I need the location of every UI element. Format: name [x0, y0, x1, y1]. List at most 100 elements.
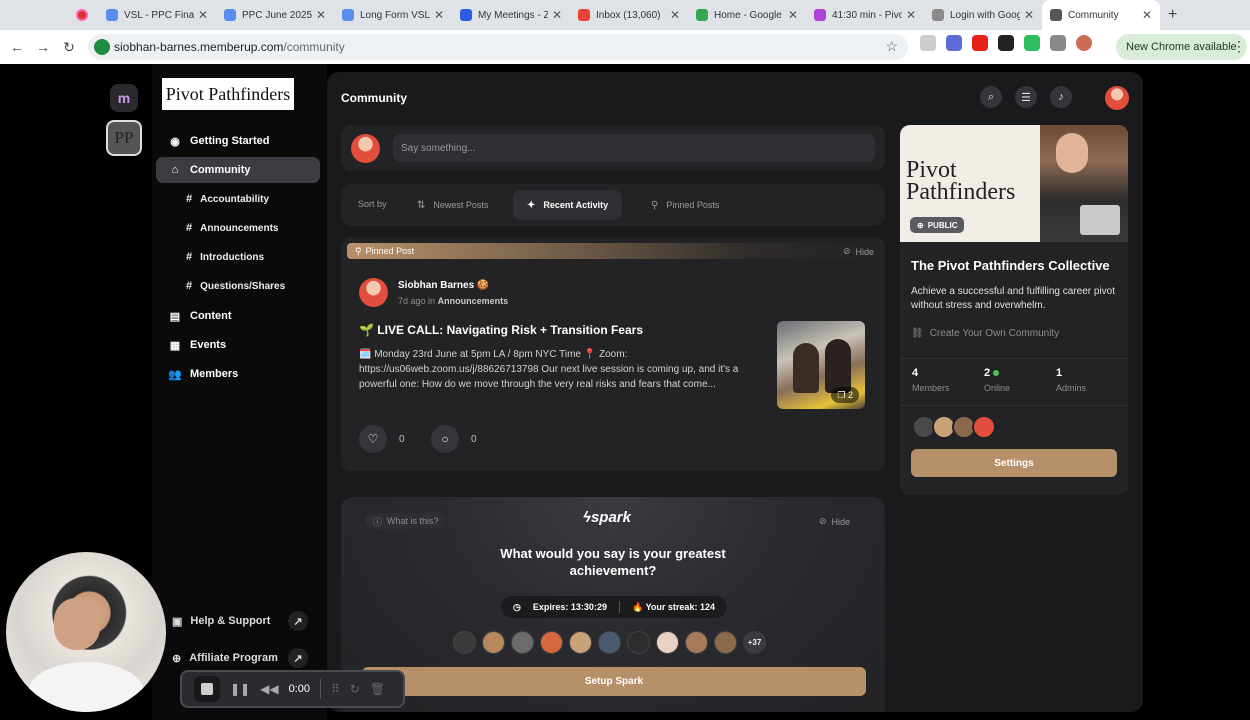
browser-tab[interactable]: Long Form VSL ✕: [334, 0, 452, 30]
channel-announcements[interactable]: # Announcements: [186, 218, 278, 238]
back-icon[interactable]: ←: [4, 39, 30, 55]
new-tab-icon[interactable]: +: [1168, 6, 1177, 24]
close-icon[interactable]: ✕: [552, 8, 562, 22]
avatar[interactable]: [598, 631, 621, 654]
more-menu-icon[interactable]: ⋮: [1232, 38, 1246, 55]
address-bar[interactable]: siobhan-barnes.memberup.com/community ☆: [88, 34, 908, 60]
pin-icon: ⚲: [651, 199, 659, 211]
extension-icon[interactable]: [946, 35, 962, 51]
extension-icon[interactable]: [920, 35, 936, 51]
pinned-post-card[interactable]: ⚲ Pinned Post ⊘ Hide Siobhan Barnes 🍪 7d a…: [341, 237, 885, 471]
user-avatar[interactable]: [1105, 86, 1129, 110]
browser-tab[interactable]: 41:30 min - Pivo ✕: [806, 0, 924, 30]
browser-tab[interactable]: Inbox (13,060) ✕: [570, 0, 688, 30]
create-community-link[interactable]: ⛓ Create Your Own Community: [911, 328, 1059, 339]
avatar[interactable]: [972, 415, 996, 439]
post-category-link[interactable]: Announcements: [438, 296, 509, 306]
restart-icon[interactable]: ↻: [350, 682, 360, 696]
hash-icon: #: [186, 251, 193, 263]
forward-icon[interactable]: →: [30, 39, 56, 55]
like-reaction[interactable]: ♡ 0: [359, 425, 405, 453]
browser-tab[interactable]: My Meetings - Z ✕: [452, 0, 570, 30]
avatar: [351, 134, 380, 163]
close-icon[interactable]: ✕: [434, 8, 444, 22]
sidebar-item-community[interactable]: ⌂ Community: [156, 157, 320, 183]
url-path: /community: [283, 40, 345, 54]
composer-input[interactable]: [393, 134, 875, 162]
pause-icon[interactable]: ❚❚: [230, 682, 250, 696]
sidebar-item-content[interactable]: ▤ Content: [156, 303, 320, 329]
clock-icon: ◷: [513, 601, 521, 612]
channel-questions-shares[interactable]: # Questions/Shares: [186, 276, 285, 296]
bookmark-star-icon[interactable]: ☆: [885, 38, 898, 55]
puzzle-icon[interactable]: [1050, 35, 1066, 51]
avatar[interactable]: [453, 631, 476, 654]
comment-icon[interactable]: ○: [431, 425, 459, 453]
sidebar-item-getting-started[interactable]: ◉ Getting Started: [156, 128, 320, 154]
memberup-logo-icon[interactable]: m: [110, 84, 138, 112]
bell-icon[interactable]: ♪: [1050, 86, 1072, 108]
new-chrome-available-button[interactable]: New Chrome available: [1116, 34, 1247, 60]
sort-recent-activity[interactable]: ✦ Recent Activity: [513, 190, 623, 220]
browser-tab[interactable]: Home - Google ✕: [688, 0, 806, 30]
browser-tab-active[interactable]: Community ✕: [1042, 0, 1160, 30]
grid-icon[interactable]: ⠿: [331, 682, 340, 696]
hide-pinned-button[interactable]: ⊘ Hide: [843, 246, 874, 257]
browser-tab[interactable]: VSL - PPC Final ✕: [98, 0, 216, 30]
avatar[interactable]: [540, 631, 563, 654]
avatar[interactable]: [685, 631, 708, 654]
profile-avatar-icon[interactable]: [1076, 35, 1092, 51]
trash-icon[interactable]: 🗑: [370, 682, 385, 696]
community-logo[interactable]: Pivot Pathfinders: [162, 78, 294, 110]
hash-icon: #: [186, 193, 193, 205]
close-icon[interactable]: ✕: [198, 8, 208, 22]
browser-tab[interactable]: Login with Goog ✕: [924, 0, 1042, 30]
avatar[interactable]: [482, 631, 505, 654]
close-icon[interactable]: ✕: [316, 8, 326, 22]
help-icon: ▣: [172, 615, 183, 628]
setup-spark-button[interactable]: Setup Spark: [362, 667, 866, 696]
post-author[interactable]: Siobhan Barnes 🍪: [398, 280, 489, 291]
post-image-thumbnail[interactable]: ❐ 2: [777, 321, 865, 409]
comment-reaction[interactable]: ○ 0: [431, 425, 477, 453]
browser-tab[interactable]: PPC June 2025 ✕: [216, 0, 334, 30]
channel-accountability[interactable]: # Accountability: [186, 189, 269, 209]
avatar[interactable]: [569, 631, 592, 654]
community-switcher-pp[interactable]: PP: [106, 120, 142, 156]
hash-icon: #: [186, 280, 193, 292]
help-support-link[interactable]: ▣ Help & Support ↗: [162, 607, 314, 635]
search-icon[interactable]: ⌕: [980, 86, 1002, 108]
sort-pinned-posts[interactable]: ⚲ Pinned Posts: [637, 190, 733, 220]
evernote-extension-icon[interactable]: [1024, 35, 1040, 51]
close-icon[interactable]: ✕: [1142, 8, 1152, 22]
sort-newest-posts[interactable]: ⇅ Newest Posts: [403, 190, 502, 220]
stop-recording-button[interactable]: [194, 676, 220, 702]
avatar[interactable]: [714, 631, 737, 654]
avatar[interactable]: [627, 631, 650, 654]
webcam-overlay[interactable]: [6, 552, 166, 712]
affiliate-program-link[interactable]: ⊕ Affiliate Program ↗: [162, 644, 314, 672]
author-avatar[interactable]: [359, 278, 388, 307]
avatar[interactable]: [511, 631, 534, 654]
post-body: 🗓️ Monday 23rd June at 5pm LA / 8pm NYC …: [359, 349, 739, 390]
close-icon[interactable]: ✕: [670, 8, 680, 22]
chat-icon[interactable]: ☰: [1015, 86, 1037, 108]
channel-introductions[interactable]: # Introductions: [186, 247, 264, 267]
close-icon[interactable]: ✕: [1024, 8, 1034, 22]
settings-button[interactable]: Settings: [911, 449, 1117, 477]
youtube-extension-icon[interactable]: [972, 35, 988, 51]
extension-icon[interactable]: [998, 35, 1014, 51]
avatar[interactable]: [656, 631, 679, 654]
close-icon[interactable]: ✕: [788, 8, 798, 22]
site-info-icon[interactable]: [94, 39, 110, 55]
more-participants-badge[interactable]: +37: [743, 631, 766, 654]
reload-icon[interactable]: ↻: [56, 39, 82, 56]
hide-spark-button[interactable]: ⊘ Hide: [819, 516, 850, 527]
close-icon[interactable]: ✕: [906, 8, 916, 22]
post-title[interactable]: 🌱 LIVE CALL: Navigating Risk + Transitio…: [359, 323, 643, 337]
sidebar-item-events[interactable]: ▦ Events: [156, 332, 320, 358]
what-is-this-button[interactable]: ⓘ What is this?: [365, 513, 447, 529]
sidebar-item-members[interactable]: 👥 Members: [156, 361, 320, 387]
heart-icon[interactable]: ♡: [359, 425, 387, 453]
rewind-icon[interactable]: ◀◀: [260, 682, 278, 696]
